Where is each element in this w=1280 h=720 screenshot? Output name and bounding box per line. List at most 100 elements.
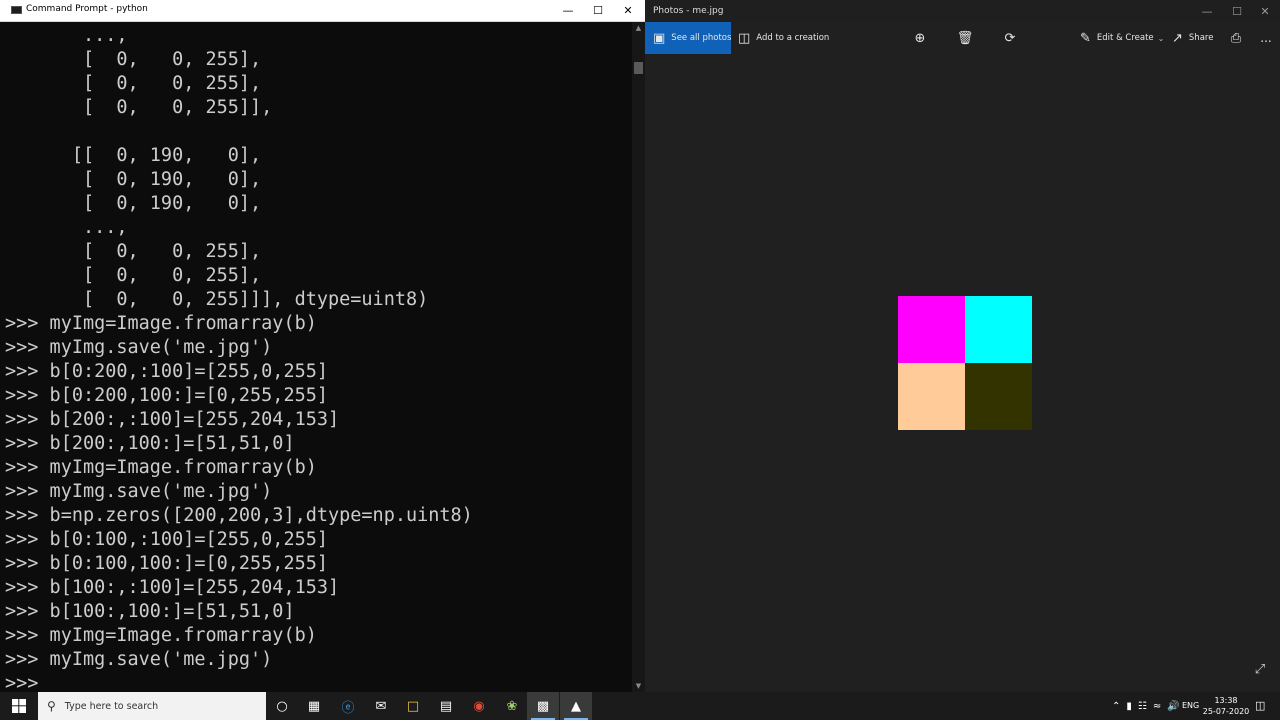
scroll-down-icon[interactable]: ▼ — [632, 680, 645, 692]
printer-icon: ⎙ — [1230, 30, 1242, 46]
console-line: [ 0, 190, 0], — [5, 169, 262, 190]
minimize-icon[interactable]: — — [1192, 0, 1222, 22]
zoom-in-icon: ⊕ — [914, 30, 926, 46]
edit-create-button[interactable]: ✎ Edit & Create ⌄ — [1080, 22, 1164, 54]
maximize-icon[interactable]: ☐ — [582, 0, 614, 21]
image-quadrant-peach — [898, 363, 965, 430]
console-line: >>> myImg=Image.fromarray(b) — [5, 625, 317, 646]
clock-date: 25-07-2020 — [1202, 707, 1250, 716]
command-prompt-window[interactable]: Command Prompt - python — ☐ ✕ ..., [ 0, … — [0, 0, 645, 692]
system-tray: ⌃ ▮ ☷ ≈ 🔊 — [1112, 692, 1186, 720]
console-line: >>> b=np.zeros([200,200,3],dtype=np.uint… — [5, 505, 473, 526]
console-line: ..., — [5, 217, 128, 238]
photos-window-title: Photos - me.jpg — [653, 6, 724, 16]
photos-taskbar-icon[interactable]: ▲ — [560, 692, 592, 720]
more-options-button[interactable]: ... — [1258, 22, 1274, 54]
share-label: Share — [1188, 33, 1214, 43]
chevron-up-icon[interactable]: ⌃ — [1112, 701, 1120, 712]
see-all-photos-button[interactable]: ▣ See all photos — [645, 22, 731, 54]
edit-create-label: Edit & Create — [1096, 33, 1154, 43]
search-icon: ⚲ — [47, 699, 56, 713]
console-line: [ 0, 0, 255]]], dtype=uint8) — [5, 289, 429, 310]
cmd-titlebar[interactable]: Command Prompt - python — ☐ ✕ — [0, 0, 645, 22]
search-placeholder: Type here to search — [64, 700, 159, 712]
taskbar-search-box[interactable]: ⚲ Type here to search — [38, 692, 266, 720]
scroll-up-icon[interactable]: ▲ — [632, 22, 645, 34]
console-line: [ 0, 0, 255], — [5, 265, 262, 286]
console-line: >>> myImg.save('me.jpg') — [5, 481, 273, 502]
delete-button[interactable]: 🗑 — [955, 22, 975, 54]
rotate-button[interactable]: ⟳ — [1000, 22, 1020, 54]
cortana-icon[interactable]: ○ — [266, 692, 298, 720]
console-lines: ..., [ 0, 0, 255], [ 0, 0, 255], [ 0, 0,… — [5, 24, 473, 692]
add-to-creation-label: Add to a creation — [756, 33, 830, 43]
close-icon[interactable]: ✕ — [1250, 0, 1280, 22]
close-icon[interactable]: ✕ — [612, 0, 644, 21]
command-prompt-taskbar-icon[interactable]: ▩ — [527, 692, 559, 720]
chrome-icon[interactable]: ◉ — [463, 692, 495, 720]
zoom-button[interactable]: ⊕ — [910, 22, 930, 54]
print-button[interactable]: ⎙ — [1228, 22, 1244, 54]
image-quadrant-magenta — [898, 296, 965, 363]
console-line: [ 0, 0, 255]], — [5, 97, 273, 118]
cmd-window-title: Command Prompt - python — [26, 4, 148, 14]
store-icon[interactable]: ▤ — [430, 692, 462, 720]
battery-icon[interactable]: ▮ — [1126, 701, 1132, 712]
console-line: >>> b[0:100,:100]=[255,0,255] — [5, 529, 329, 550]
edge-browser-icon[interactable]: ⓔ — [332, 692, 364, 720]
windows-logo-icon — [12, 699, 26, 713]
console-line: >>> b[200:,100:]=[51,51,0] — [5, 433, 295, 454]
cmd-scrollbar[interactable]: ▲ ▼ — [632, 22, 645, 692]
clock-time: 13:38 — [1214, 696, 1238, 705]
clock[interactable]: 13:38 25-07-2020 — [1200, 695, 1252, 717]
share-icon: ↗ — [1172, 30, 1183, 46]
task-view-icon[interactable]: ▦ — [298, 692, 330, 720]
console-line: >>> myImg.save('me.jpg') — [5, 649, 273, 670]
file-explorer-icon[interactable]: □ — [397, 692, 429, 720]
network-icon[interactable]: ☷ — [1138, 701, 1147, 712]
share-button[interactable]: ↗ Share — [1172, 22, 1213, 54]
volume-icon[interactable]: 🔊 — [1167, 701, 1179, 712]
python-app-icon[interactable]: ❀ — [496, 692, 528, 720]
displayed-image — [898, 296, 1032, 430]
photo-viewport[interactable]: ⤢ — [645, 54, 1280, 692]
console-line: >>> b[0:200,:100]=[255,0,255] — [5, 361, 329, 382]
mail-icon[interactable]: ✉ — [365, 692, 397, 720]
console-line: [ 0, 0, 255], — [5, 49, 262, 70]
maximize-icon[interactable]: ☐ — [1222, 0, 1252, 22]
scroll-thumb[interactable] — [634, 62, 643, 74]
photos-window[interactable]: Photos - me.jpg — ☐ ✕ ▣ See all photos ◫… — [645, 0, 1280, 692]
chevron-down-icon: ⌄ — [1157, 33, 1165, 43]
console-line: >>> myImg.save('me.jpg') — [5, 337, 273, 358]
console-line: [ 0, 0, 255], — [5, 241, 262, 262]
console-line: >>> b[100:,100:]=[51,51,0] — [5, 601, 295, 622]
photo-gallery-icon: ▣ — [653, 30, 666, 46]
console-line: >>> myImg=Image.fromarray(b) — [5, 457, 317, 478]
see-all-photos-label: See all photos — [671, 33, 732, 43]
console-line: ..., — [5, 25, 128, 46]
console-line: >>> — [5, 673, 39, 692]
cmd-app-icon — [11, 6, 22, 14]
console-line: [[ 0, 190, 0], — [5, 145, 262, 166]
add-to-creation-button[interactable]: ◫ Add to a creation — [738, 22, 829, 54]
rotate-icon: ⟳ — [1004, 30, 1016, 46]
console-line: >>> b[200:,:100]=[255,204,153] — [5, 409, 340, 430]
trash-icon: 🗑 — [956, 30, 974, 46]
expand-icon[interactable]: ⤢ — [1252, 661, 1268, 677]
wifi-icon[interactable]: ≈ — [1153, 701, 1161, 712]
minimize-icon[interactable]: — — [552, 0, 584, 21]
photos-toolbar: ▣ See all photos ◫ Add to a creation ⊕ 🗑… — [645, 22, 1280, 54]
image-quadrant-cyan — [965, 296, 1032, 363]
console-line: >>> b[0:100,100:]=[0,255,255] — [5, 553, 329, 574]
console-line: >>> b[0:200,100:]=[0,255,255] — [5, 385, 329, 406]
console-line: >>> b[100:,:100]=[255,204,153] — [5, 577, 340, 598]
photos-titlebar[interactable]: Photos - me.jpg — ☐ ✕ — [645, 0, 1280, 22]
notification-icon[interactable]: ◫ — [1255, 699, 1265, 712]
console-line: [ 0, 190, 0], — [5, 193, 262, 214]
cmd-console-output[interactable]: ..., [ 0, 0, 255], [ 0, 0, 255], [ 0, 0,… — [0, 22, 632, 692]
start-button[interactable] — [0, 692, 38, 720]
language-indicator[interactable]: ENG — [1182, 701, 1199, 710]
taskbar: ⚲ Type here to search ○ ▦ ⓔ ✉ □ ▤ ◉ ❀ ▩ … — [0, 692, 1280, 720]
console-line: [ 0, 0, 255], — [5, 73, 262, 94]
